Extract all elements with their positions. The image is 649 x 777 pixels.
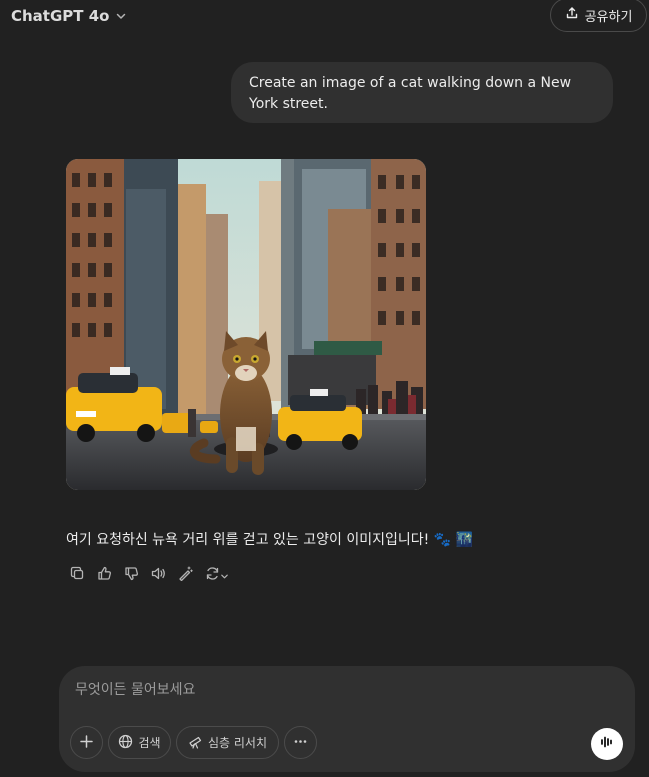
thumbs-up-icon: [97, 566, 112, 585]
model-switcher[interactable]: ChatGPT 4o: [11, 4, 127, 28]
message-actions: [66, 564, 233, 586]
telescope-icon: [188, 734, 203, 752]
regenerate-button[interactable]: [201, 564, 233, 586]
voice-waveform-icon: [599, 734, 615, 754]
voice-mode-button[interactable]: [591, 728, 623, 760]
magic-wand-icon: [178, 565, 193, 585]
search-button[interactable]: 검색: [108, 726, 171, 759]
read-aloud-button[interactable]: [147, 564, 169, 586]
ellipsis-icon: [293, 734, 308, 752]
generated-image[interactable]: [66, 159, 426, 490]
chevron-down-icon: [115, 7, 127, 26]
refresh-icon: [205, 566, 220, 585]
assistant-reply: 여기 요청하신 뉴욕 거리 위를 걷고 있는 고양이 이미지입니다! 🐾 🌃: [66, 532, 473, 548]
globe-icon: [118, 734, 133, 752]
thumbs-up-button[interactable]: [93, 564, 115, 586]
header: ChatGPT 4o 공유하기: [0, 0, 649, 34]
thumbs-down-button[interactable]: [120, 564, 142, 586]
plus-icon: [79, 734, 94, 752]
prompt-input[interactable]: [75, 678, 575, 702]
chevron-down-icon: [220, 566, 229, 585]
model-name: ChatGPT 4o: [11, 7, 110, 25]
user-message: Create an image of a cat walking down a …: [231, 62, 613, 123]
add-attachment-button[interactable]: [70, 726, 103, 759]
edit-image-button[interactable]: [174, 564, 196, 586]
share-button[interactable]: 공유하기: [550, 0, 647, 32]
copy-button[interactable]: [66, 564, 88, 586]
share-icon: [565, 6, 579, 24]
composer: 검색 심층 리서치: [59, 666, 635, 772]
speaker-icon: [151, 566, 166, 585]
more-tools-button[interactable]: [284, 726, 317, 759]
search-label: 검색: [138, 736, 161, 750]
deep-research-button[interactable]: 심층 리서치: [176, 726, 279, 759]
research-label: 심층 리서치: [207, 736, 267, 750]
share-label: 공유하기: [584, 9, 633, 25]
copy-icon: [70, 566, 85, 585]
thumbs-down-icon: [124, 566, 139, 585]
